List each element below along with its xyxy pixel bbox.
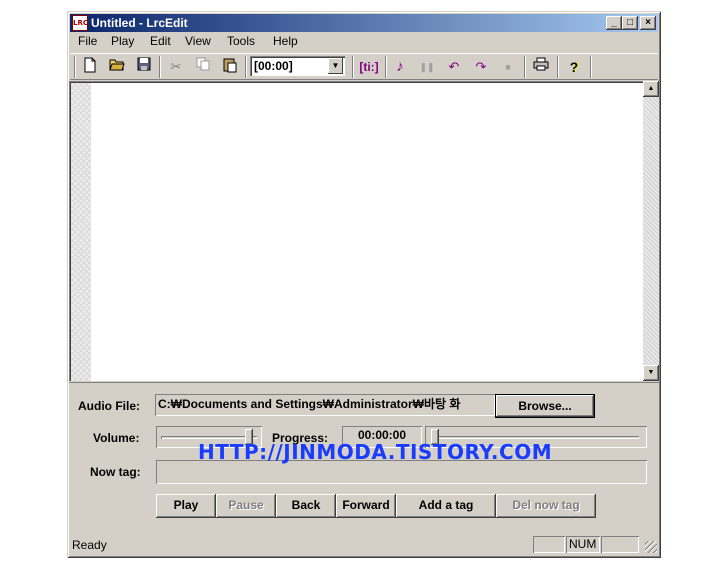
cut-icon[interactable]: ✂: [165, 57, 187, 77]
ti-tag-button[interactable]: [ti:]: [356, 57, 382, 77]
undo-icon[interactable]: ↶: [443, 57, 465, 77]
volume-label: Volume:: [93, 431, 140, 445]
stop-icon[interactable]: ■: [497, 57, 519, 77]
open-folder-icon[interactable]: [106, 57, 128, 77]
audio-file-label: Audio File:: [78, 399, 140, 413]
play-button[interactable]: Play: [156, 494, 216, 518]
title-bar[interactable]: LRC Untitled - LrcEdit _ □ ×: [70, 14, 658, 32]
status-pane-num: NUM: [566, 536, 600, 553]
save-icon[interactable]: [133, 57, 155, 77]
toolbar-grip: [74, 56, 76, 78]
toolbar-separator: [385, 56, 387, 78]
pause-button[interactable]: Pause: [216, 494, 276, 518]
paste-icon[interactable]: [219, 57, 241, 77]
time-combo[interactable]: [00:00] ▼: [250, 56, 345, 76]
toolbar-separator: [524, 56, 526, 78]
menu-bar: File Play Edit View Tools Help: [70, 32, 658, 51]
now-tag-label: Now tag:: [90, 465, 141, 479]
del-tag-button[interactable]: Del now tag: [496, 494, 596, 518]
window-title: Untitled - LrcEdit: [91, 16, 188, 30]
toolbar-separator: [245, 56, 247, 78]
music-note-icon[interactable]: ♪: [389, 57, 411, 77]
audio-file-path[interactable]: C:₩Documents and Settings₩Administrator₩…: [155, 394, 495, 416]
status-pane-caps: [533, 536, 565, 553]
toolbar: ✂ [00:00] ▼ [ti:] ♪ ❚❚ ↶ ↷ ■ ?: [70, 53, 658, 80]
menu-edit[interactable]: Edit: [150, 34, 171, 49]
volume-track: [161, 436, 257, 439]
status-bar: Ready NUM: [69, 535, 659, 555]
lyrics-editor[interactable]: ▲ ▼: [69, 81, 659, 381]
toolbar-separator: [159, 56, 161, 78]
add-tag-button[interactable]: Add a tag: [396, 494, 496, 518]
vertical-scrollbar[interactable]: ▲ ▼: [643, 81, 659, 381]
browse-button[interactable]: Browse...: [495, 394, 595, 418]
toolbar-separator: [590, 56, 592, 78]
copy-icon[interactable]: [192, 57, 214, 77]
menu-view[interactable]: View: [185, 34, 211, 49]
chevron-down-icon[interactable]: ▼: [328, 58, 343, 74]
status-text: Ready: [72, 538, 107, 552]
print-icon[interactable]: [530, 57, 552, 77]
pause-icon[interactable]: ❚❚: [416, 57, 438, 77]
toolbar-separator: [352, 56, 354, 78]
back-button[interactable]: Back: [276, 494, 336, 518]
menu-file[interactable]: File: [78, 34, 97, 49]
new-file-icon[interactable]: [79, 57, 101, 77]
scroll-down-icon[interactable]: ▼: [643, 365, 659, 381]
app-window: LRC Untitled - LrcEdit _ □ × File Play E…: [67, 11, 661, 558]
editor-gutter: [71, 83, 91, 381]
menu-play[interactable]: Play: [111, 34, 134, 49]
watermark-text: HTTP://JINMODA.TISTORY.COM: [198, 440, 553, 464]
forward-button[interactable]: Forward: [336, 494, 396, 518]
time-combo-value: [00:00]: [254, 59, 293, 73]
status-pane-scroll: [601, 536, 639, 553]
menu-help[interactable]: Help: [273, 34, 298, 49]
app-icon[interactable]: LRC: [72, 15, 88, 31]
close-button[interactable]: ×: [640, 16, 656, 30]
toolbar-separator: [557, 56, 559, 78]
minimize-button[interactable]: _: [606, 16, 622, 30]
redo-icon[interactable]: ↷: [470, 57, 492, 77]
progress-track: [431, 436, 639, 439]
help-icon[interactable]: ?: [563, 57, 585, 77]
scroll-up-icon[interactable]: ▲: [643, 81, 659, 97]
maximize-button[interactable]: □: [622, 16, 638, 30]
resize-grip[interactable]: [645, 541, 657, 553]
menu-tools[interactable]: Tools: [227, 34, 255, 49]
